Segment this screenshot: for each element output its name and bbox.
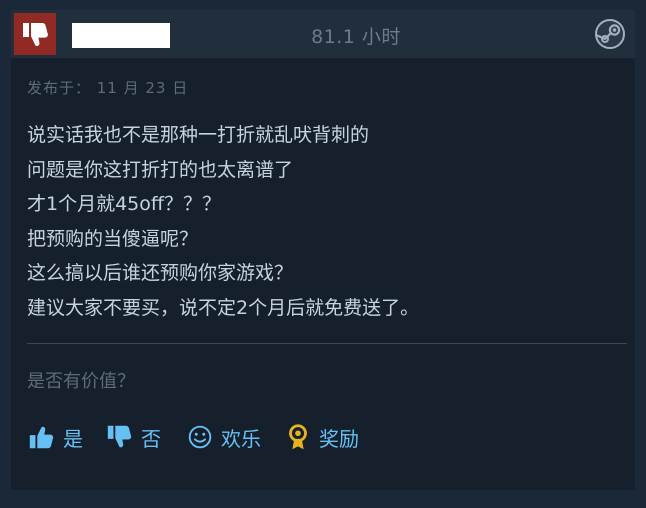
vote-no-button[interactable]: 否 bbox=[105, 422, 161, 452]
award-medal-icon bbox=[289, 424, 307, 450]
helpful-question: 是否有价值？ bbox=[27, 371, 135, 392]
review-line: 说实话我也不是那种一打折就乱吠背刺的 bbox=[27, 124, 370, 146]
steam-logo-icon bbox=[595, 19, 625, 49]
review-line: 这么搞以后谁还预购你家游戏？ bbox=[27, 262, 294, 284]
award-button[interactable]: 奖励 bbox=[283, 422, 359, 452]
review-header: 81.1 小时 bbox=[11, 10, 635, 58]
vote-funny-label: 欢乐 bbox=[221, 426, 261, 451]
review-line: 才1个月就45off？？？ bbox=[27, 193, 221, 215]
review-line: 建议大家不要买，说不定2个月后就免费送了。 bbox=[27, 296, 420, 319]
vote-funny-button[interactable]: 欢乐 bbox=[185, 422, 261, 452]
review-body: 说实话我也不是那种一打折就乱吠背刺的 问题是你这打折打的也太离谱了 才1个月就4… bbox=[27, 118, 627, 325]
thumbs-down-icon bbox=[107, 425, 132, 448]
rating-actions: 是 否 欢乐 奖励 bbox=[27, 415, 381, 459]
review-card: 81.1 小时 发布于： 11 月 23 日 说实话我也不是那种一打折就乱吠背刺… bbox=[11, 10, 635, 490]
hours-played: 81.1 小时 bbox=[311, 26, 401, 48]
review-line: 把预购的当傻逼呢？ bbox=[27, 227, 199, 250]
vote-yes-label: 是 bbox=[63, 426, 83, 451]
thumbs-up-icon bbox=[29, 426, 54, 449]
vote-no-label: 否 bbox=[141, 426, 161, 451]
award-label: 奖励 bbox=[319, 426, 359, 451]
review-line: 问题是你这打折打的也太离谱了 bbox=[27, 158, 294, 181]
not-recommended-badge bbox=[14, 13, 56, 55]
smiley-icon bbox=[188, 425, 212, 449]
username-redacted bbox=[72, 23, 170, 48]
posted-date: 发布于： 11 月 23 日 bbox=[27, 79, 189, 97]
divider bbox=[27, 343, 627, 344]
vote-yes-button[interactable]: 是 bbox=[27, 422, 83, 452]
thumbs-down-icon bbox=[23, 23, 48, 46]
